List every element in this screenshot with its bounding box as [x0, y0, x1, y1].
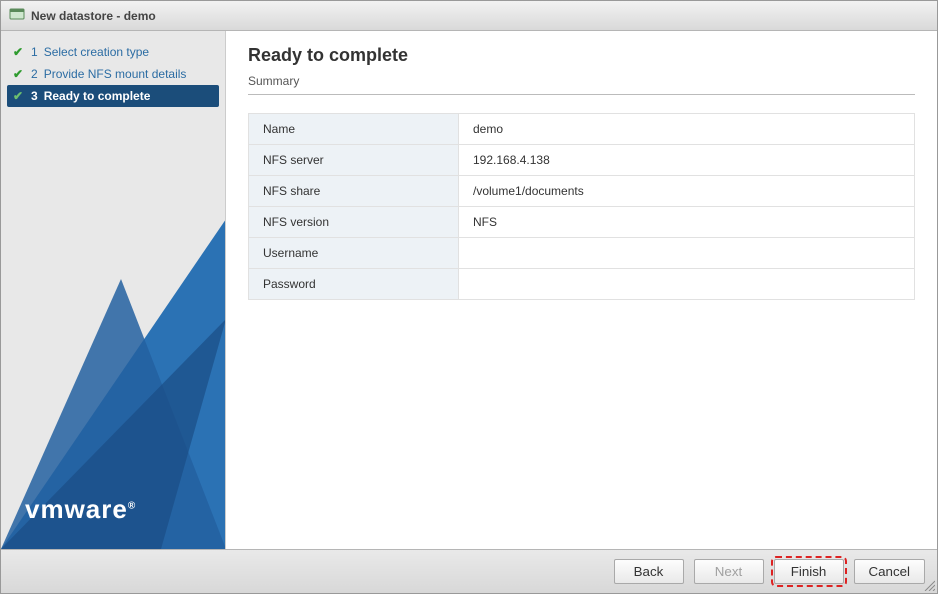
titlebar: New datastore - demo: [1, 1, 937, 31]
step-label: Provide NFS mount details: [44, 67, 187, 81]
step-num: 2: [31, 67, 38, 81]
table-row: Username: [249, 238, 915, 269]
check-icon: ✔: [13, 45, 25, 59]
window-title: New datastore - demo: [31, 9, 156, 23]
page-heading: Ready to complete: [248, 45, 915, 66]
summary-value-nfs-version: NFS: [459, 207, 915, 238]
summary-value-password: [459, 269, 915, 300]
step-select-creation-type[interactable]: ✔ 1 Select creation type: [7, 41, 219, 63]
step-label: Ready to complete: [44, 89, 151, 103]
check-icon: ✔: [13, 89, 25, 103]
summary-label-nfs-version: NFS version: [249, 207, 459, 238]
divider: [248, 94, 915, 95]
step-provide-nfs-mount-details[interactable]: ✔ 2 Provide NFS mount details: [7, 63, 219, 85]
check-icon: ✔: [13, 67, 25, 81]
wizard-body: ✔ 1 Select creation type ✔ 2 Provide NFS…: [1, 31, 937, 549]
summary-label-nfs-share: NFS share: [249, 176, 459, 207]
step-ready-to-complete[interactable]: ✔ 3 Ready to complete: [7, 85, 219, 107]
summary-value-nfs-share: /volume1/documents: [459, 176, 915, 207]
summary-label-name: Name: [249, 114, 459, 145]
summary-value-name: demo: [459, 114, 915, 145]
wizard-window: New datastore - demo ✔ 1 Select creation…: [0, 0, 938, 594]
summary-value-nfs-server: 192.168.4.138: [459, 145, 915, 176]
table-row: Name demo: [249, 114, 915, 145]
resize-grip[interactable]: [923, 579, 935, 591]
summary-label-username: Username: [249, 238, 459, 269]
table-row: Password: [249, 269, 915, 300]
finish-button[interactable]: Finish: [774, 559, 844, 584]
summary-label-nfs-server: NFS server: [249, 145, 459, 176]
step-num: 3: [31, 89, 38, 103]
page-subtitle: Summary: [248, 74, 915, 88]
main-panel: Ready to complete Summary Name demo NFS …: [226, 31, 937, 549]
back-button[interactable]: Back: [614, 559, 684, 584]
summary-table: Name demo NFS server 192.168.4.138 NFS s…: [248, 113, 915, 300]
summary-value-username: [459, 238, 915, 269]
step-label: Select creation type: [44, 45, 149, 59]
next-button: Next: [694, 559, 764, 584]
table-row: NFS share /volume1/documents: [249, 176, 915, 207]
footer: Back Next Finish Cancel: [1, 549, 937, 593]
table-row: NFS version NFS: [249, 207, 915, 238]
table-row: NFS server 192.168.4.138: [249, 145, 915, 176]
step-num: 1: [31, 45, 38, 59]
window-icon: [9, 6, 25, 25]
summary-label-password: Password: [249, 269, 459, 300]
vmware-logo: vmware®: [25, 494, 136, 525]
sidebar: ✔ 1 Select creation type ✔ 2 Provide NFS…: [1, 31, 226, 549]
cancel-button[interactable]: Cancel: [854, 559, 926, 584]
steps-list: ✔ 1 Select creation type ✔ 2 Provide NFS…: [1, 31, 225, 107]
sidebar-art: [1, 219, 226, 549]
